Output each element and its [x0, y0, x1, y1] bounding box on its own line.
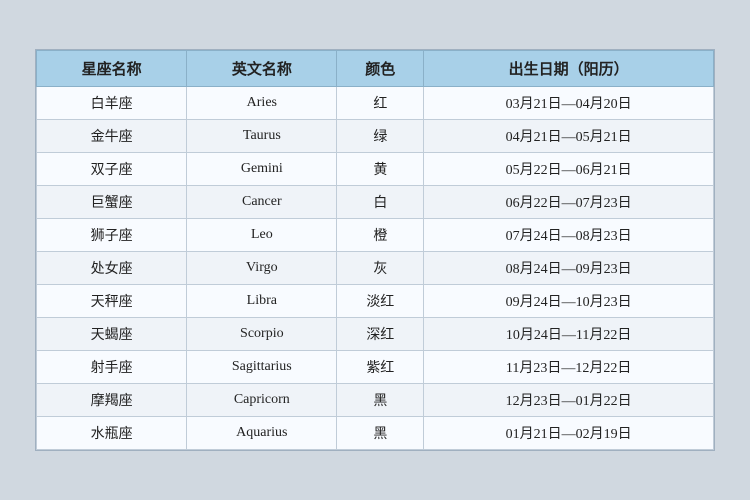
table-cell: Leo [187, 219, 337, 252]
table-cell: 12月23日—01月22日 [424, 384, 714, 417]
table-cell: 08月24日—09月23日 [424, 252, 714, 285]
table-row: 巨蟹座Cancer白06月22日—07月23日 [37, 186, 714, 219]
table-cell: 白羊座 [37, 87, 187, 120]
table-cell: Capricorn [187, 384, 337, 417]
header-chinese-name: 星座名称 [37, 51, 187, 87]
table-cell: 04月21日—05月21日 [424, 120, 714, 153]
table-header-row: 星座名称 英文名称 颜色 出生日期（阳历） [37, 51, 714, 87]
table-cell: 05月22日—06月21日 [424, 153, 714, 186]
table-cell: 10月24日—11月22日 [424, 318, 714, 351]
table-cell: 水瓶座 [37, 417, 187, 450]
table-cell: 紫红 [337, 351, 424, 384]
table-cell: 06月22日—07月23日 [424, 186, 714, 219]
table-cell: 黑 [337, 384, 424, 417]
table-row: 狮子座Leo橙07月24日—08月23日 [37, 219, 714, 252]
table-cell: 01月21日—02月19日 [424, 417, 714, 450]
table-cell: Scorpio [187, 318, 337, 351]
table-cell: 03月21日—04月20日 [424, 87, 714, 120]
table-cell: 白 [337, 186, 424, 219]
table-cell: 深红 [337, 318, 424, 351]
table-cell: 09月24日—10月23日 [424, 285, 714, 318]
table-row: 射手座Sagittarius紫红11月23日—12月22日 [37, 351, 714, 384]
zodiac-table-container: 星座名称 英文名称 颜色 出生日期（阳历） 白羊座Aries红03月21日—04… [35, 49, 715, 451]
table-cell: Taurus [187, 120, 337, 153]
table-cell: 天蝎座 [37, 318, 187, 351]
table-cell: 07月24日—08月23日 [424, 219, 714, 252]
table-row: 处女座Virgo灰08月24日—09月23日 [37, 252, 714, 285]
table-row: 白羊座Aries红03月21日—04月20日 [37, 87, 714, 120]
table-cell: 狮子座 [37, 219, 187, 252]
table-cell: 巨蟹座 [37, 186, 187, 219]
table-cell: 绿 [337, 120, 424, 153]
table-cell: 黄 [337, 153, 424, 186]
table-cell: Gemini [187, 153, 337, 186]
table-cell: 黑 [337, 417, 424, 450]
table-row: 摩羯座Capricorn黑12月23日—01月22日 [37, 384, 714, 417]
table-cell: 天秤座 [37, 285, 187, 318]
table-cell: Cancer [187, 186, 337, 219]
header-color: 颜色 [337, 51, 424, 87]
table-cell: Aries [187, 87, 337, 120]
table-cell: Virgo [187, 252, 337, 285]
table-cell: 摩羯座 [37, 384, 187, 417]
table-row: 天蝎座Scorpio深红10月24日—11月22日 [37, 318, 714, 351]
table-cell: Sagittarius [187, 351, 337, 384]
table-cell: Aquarius [187, 417, 337, 450]
header-birthdate: 出生日期（阳历） [424, 51, 714, 87]
zodiac-table: 星座名称 英文名称 颜色 出生日期（阳历） 白羊座Aries红03月21日—04… [36, 50, 714, 450]
table-row: 水瓶座Aquarius黑01月21日—02月19日 [37, 417, 714, 450]
table-body: 白羊座Aries红03月21日—04月20日金牛座Taurus绿04月21日—0… [37, 87, 714, 450]
table-cell: 处女座 [37, 252, 187, 285]
table-cell: Libra [187, 285, 337, 318]
table-cell: 橙 [337, 219, 424, 252]
table-cell: 11月23日—12月22日 [424, 351, 714, 384]
table-row: 金牛座Taurus绿04月21日—05月21日 [37, 120, 714, 153]
table-cell: 金牛座 [37, 120, 187, 153]
table-row: 天秤座Libra淡红09月24日—10月23日 [37, 285, 714, 318]
table-cell: 双子座 [37, 153, 187, 186]
table-cell: 射手座 [37, 351, 187, 384]
table-cell: 红 [337, 87, 424, 120]
table-cell: 灰 [337, 252, 424, 285]
table-cell: 淡红 [337, 285, 424, 318]
header-english-name: 英文名称 [187, 51, 337, 87]
table-row: 双子座Gemini黄05月22日—06月21日 [37, 153, 714, 186]
